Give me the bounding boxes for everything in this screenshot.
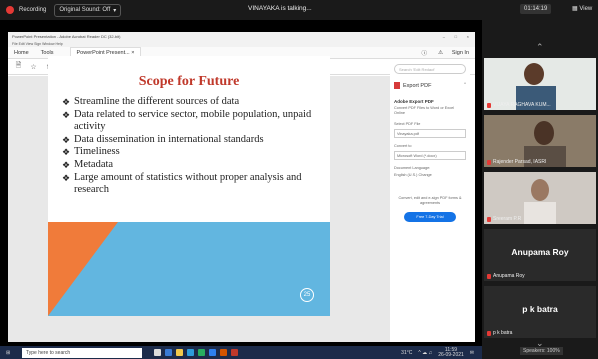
datetime[interactable]: 11:59 26-09-2021 — [438, 347, 464, 358]
recording-label: Recording — [19, 7, 47, 13]
system-tray: 31°C ^ ☁ ♫ 11:59 26-09-2021 ✉ — [401, 347, 474, 358]
tools-panel: Search 'Edit Redact' Export PDF ˆ Adobe … — [390, 60, 470, 330]
language-value[interactable]: English (U.S.) Change — [394, 173, 466, 178]
windows-start-icon[interactable]: ⊞ — [6, 350, 10, 356]
language-label: Document Language: — [394, 166, 431, 170]
chevron-up-icon[interactable]: ˆ — [464, 83, 466, 89]
mic-muted-icon — [487, 273, 491, 279]
slide-page-number: 25 — [300, 288, 314, 302]
weather-readout[interactable]: 31°C — [401, 350, 412, 356]
bullet-item: Streamline the different sources of data — [62, 96, 312, 109]
bullet-item: Data related to service sector, mobile p… — [62, 109, 312, 134]
export-heading: Adobe Export PDF — [394, 99, 434, 104]
powerpoint-icon[interactable] — [220, 349, 227, 356]
mic-muted-icon — [487, 330, 491, 336]
select-file-label: Select PDF File — [394, 122, 421, 126]
date-readout: 26-09-2021 — [438, 351, 464, 358]
task-view-icon[interactable] — [154, 349, 161, 356]
export-pdf-label: Export PDF — [403, 82, 432, 89]
bullet-item: Large amount of statistics without prope… — [62, 172, 312, 197]
participant-name: Sreeram P.R — [493, 216, 522, 222]
participant-name: VIJAYA RAGHAVA KUM... — [493, 102, 551, 108]
taskbar-search-input[interactable]: Type here to search — [22, 347, 142, 358]
participant-name: Rajender Parsad, IASRI — [493, 159, 547, 165]
meeting-timer: 01:14:19 — [520, 4, 552, 14]
minimize-icon[interactable]: – — [443, 32, 445, 41]
free-trial-button[interactable]: Free 7-Day Trial — [404, 212, 456, 222]
file-explorer-icon[interactable] — [176, 349, 183, 356]
convert-to-select[interactable]: Microsoft Word (*.docx) — [394, 151, 466, 160]
original-sound-button[interactable]: Original Sound: Off ▾ — [54, 3, 122, 17]
close-icon[interactable]: × — [467, 32, 469, 41]
windows-taskbar: ⊞ Type here to search 31°C ^ ☁ ♫ 11:59 2… — [0, 346, 482, 359]
participants-panel: ⌃ VIJAYA RAGHAVA KUM... Rajender Parsad,… — [482, 20, 598, 359]
slide: Scope for Future Streamline the differen… — [48, 56, 330, 316]
mic-muted-icon — [487, 216, 491, 222]
window-titlebar: PowerPoint Presentation - Adobe Acrobat … — [8, 32, 475, 41]
chevron-down-icon: ▾ — [113, 7, 117, 14]
tray-icons[interactable]: ^ ☁ ♫ — [418, 350, 432, 356]
participant-display-name: Anupama Roy — [511, 247, 569, 257]
maximize-icon[interactable]: □ — [455, 32, 457, 41]
bullet-item: Metadata — [62, 159, 312, 172]
tab-tools[interactable]: Tools — [35, 50, 60, 56]
mic-muted-icon — [487, 102, 491, 108]
bullet-list: Streamline the different sources of data… — [62, 96, 312, 197]
participant-name: p k batra — [493, 330, 513, 336]
taskbar-apps — [154, 349, 238, 356]
slide-title: Scope for Future — [138, 74, 240, 89]
zoom-top-bar: Recording Original Sound: Off ▾ VINAYAKA… — [0, 0, 598, 20]
participant-tile[interactable]: VIJAYA RAGHAVA KUM... — [484, 58, 596, 110]
open-icon[interactable]: 🗎 — [14, 61, 23, 72]
participant-tile[interactable]: Sreeram P.R — [484, 172, 596, 224]
recording-icon — [6, 6, 14, 14]
participant-display-name: p k batra — [522, 304, 558, 314]
mic-muted-icon — [487, 159, 491, 165]
convert-to-label: Convert to — [394, 144, 412, 148]
export-description: Convert PDF Files to Word or Excel Onlin… — [394, 106, 455, 115]
file-select[interactable]: Vinayaka.pdf — [394, 129, 466, 138]
notification-center-icon[interactable]: ✉ — [470, 350, 474, 356]
participant-tile[interactable]: Rajender Parsad, IASRI — [484, 115, 596, 167]
bullet-item: Timeliness — [62, 146, 312, 159]
word-icon[interactable] — [209, 349, 216, 356]
export-pdf-icon — [394, 82, 400, 89]
tools-search-input[interactable]: Search 'Edit Redact' — [394, 64, 466, 74]
window-title: PowerPoint Presentation - Adobe Acrobat … — [12, 34, 121, 39]
notification-icon[interactable]: ⚠ — [438, 50, 443, 56]
bullet-item: Data dissemination in international stan… — [62, 134, 312, 147]
promo-text: Convert, edit and e-sign PDF forms & agr… — [398, 196, 462, 205]
edge-icon[interactable] — [165, 349, 172, 356]
talking-indicator: VINAYAKA is talking... — [248, 5, 312, 12]
participant-tile[interactable]: Anupama Roy Anupama Roy — [484, 229, 596, 281]
view-button[interactable]: ▦ View — [572, 5, 592, 12]
participant-name: Anupama Roy — [493, 273, 525, 279]
participant-tile[interactable]: p k batra p k batra — [484, 286, 596, 338]
help-icon[interactable]: ⓘ — [421, 49, 427, 57]
export-pdf-item[interactable]: Export PDF ˆ — [394, 82, 466, 89]
chevron-up-icon[interactable]: ⌃ — [536, 42, 544, 53]
slide-footer-accent — [48, 222, 118, 316]
excel-icon[interactable] — [198, 349, 205, 356]
zoom-app-icon[interactable] — [187, 349, 194, 356]
original-sound-label: Original Sound: Off — [59, 7, 111, 13]
speaker-volume: Speakers: 100% — [520, 347, 563, 355]
star-icon[interactable]: ☆ — [29, 63, 38, 71]
tab-home[interactable]: Home — [8, 50, 35, 56]
sign-in-link[interactable]: Sign In — [452, 50, 469, 56]
acrobat-icon[interactable] — [231, 349, 238, 356]
view-label: View — [579, 6, 593, 12]
